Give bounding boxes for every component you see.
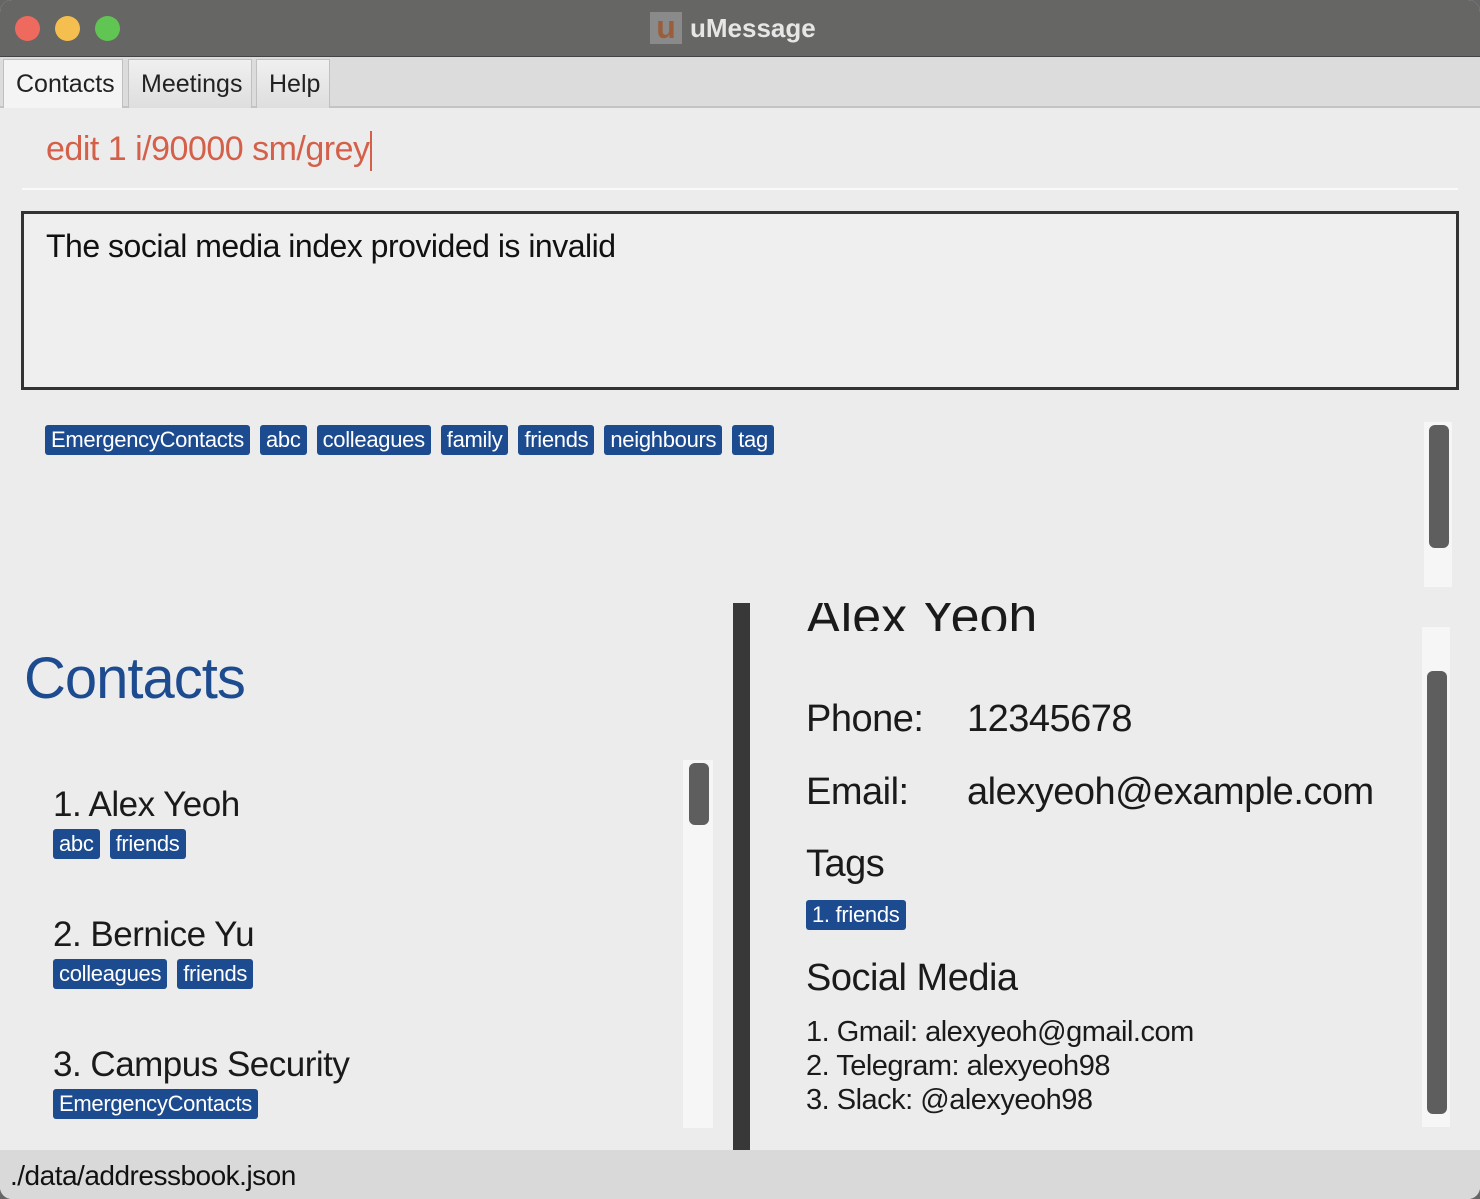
social-media-item: 1. Gmail: alexyeoh@gmail.com xyxy=(806,1016,1194,1048)
tag-chip: 1. friends xyxy=(806,900,906,930)
social-media-list: 1. Gmail: alexyeoh@gmail.com 2. Telegram… xyxy=(806,1015,1194,1117)
tab-contacts[interactable]: Contacts xyxy=(3,59,123,108)
tag-chip: EmergencyContacts xyxy=(53,1089,258,1119)
minimize-window-button[interactable] xyxy=(55,16,80,41)
tag-chip: friends xyxy=(177,959,254,989)
result-text: The social media index provided is inval… xyxy=(46,228,616,264)
command-text: edit 1 i/90000 sm/grey xyxy=(46,130,370,168)
contact-card[interactable]: 2. Bernice Yu colleagues friends xyxy=(53,915,263,989)
contact-name: 3. Campus Security xyxy=(53,1045,350,1084)
detail-name: Alex Yeoh xyxy=(806,603,1037,631)
tag-chip[interactable]: colleagues xyxy=(316,425,431,455)
maximize-window-button[interactable] xyxy=(95,16,120,41)
tag-chip[interactable]: friends xyxy=(518,425,595,455)
detail-scrollbar[interactable] xyxy=(1427,671,1447,1114)
app-logo-icon: u xyxy=(650,11,682,44)
window-title-text: uMessage xyxy=(690,12,816,43)
email-label: Email: xyxy=(806,771,909,813)
tag-chip[interactable]: tag xyxy=(732,425,774,455)
contacts-scrollbar[interactable] xyxy=(689,763,709,825)
email-value: alexyeoh@example.com xyxy=(967,771,1374,813)
tag-chip: abc xyxy=(53,829,100,859)
social-media-item: 3. Slack: @alexyeoh98 xyxy=(806,1084,1093,1116)
title-bar: u uMessage xyxy=(0,0,1480,57)
tab-meetings[interactable]: Meetings xyxy=(128,59,252,108)
tag-chip[interactable]: EmergencyContacts xyxy=(45,425,250,455)
app-window: u uMessage Contacts Meetings Help edit 1… xyxy=(0,0,1480,1199)
tag-chip[interactable]: abc xyxy=(260,425,307,455)
contact-detail-panel: Alex Yeoh Phone: 12345678 Email: alexyeo… xyxy=(806,603,1426,1150)
contact-name: 1. Alex Yeoh xyxy=(53,785,240,824)
contacts-heading: Contacts xyxy=(24,646,246,711)
tag-chip: colleagues xyxy=(53,959,168,989)
command-input[interactable]: edit 1 i/90000 sm/grey xyxy=(22,130,1458,190)
phone-value: 12345678 xyxy=(967,698,1133,740)
window-title: u uMessage xyxy=(650,11,816,44)
social-media-item: 2. Telegram: alexyeoh98 xyxy=(806,1050,1110,1082)
result-display: The social media index provided is inval… xyxy=(21,211,1459,390)
panel-divider[interactable] xyxy=(733,603,750,1150)
tab-help[interactable]: Help xyxy=(256,59,330,108)
tags-scrollbar[interactable] xyxy=(1429,425,1449,548)
social-media-heading: Social Media xyxy=(806,957,1018,999)
phone-label: Phone: xyxy=(806,698,924,740)
contact-card[interactable]: 3. Campus Security EmergencyContacts xyxy=(53,1045,350,1119)
text-caret xyxy=(369,131,372,172)
contact-name: 2. Bernice Yu xyxy=(53,915,255,954)
close-window-button[interactable] xyxy=(15,16,40,41)
tags-heading: Tags xyxy=(806,843,885,885)
tag-chip: friends xyxy=(109,829,186,859)
contact-card[interactable]: 1. Alex Yeoh abc friends xyxy=(53,785,240,859)
tag-chip[interactable]: neighbours xyxy=(604,425,723,455)
status-bar: ./data/addressbook.json xyxy=(0,1150,1480,1199)
tag-chip[interactable]: family xyxy=(440,425,509,455)
all-tags-list: EmergencyContacts abc colleagues family frie… xyxy=(45,425,784,455)
tab-bar: Contacts Meetings Help xyxy=(0,57,1480,108)
